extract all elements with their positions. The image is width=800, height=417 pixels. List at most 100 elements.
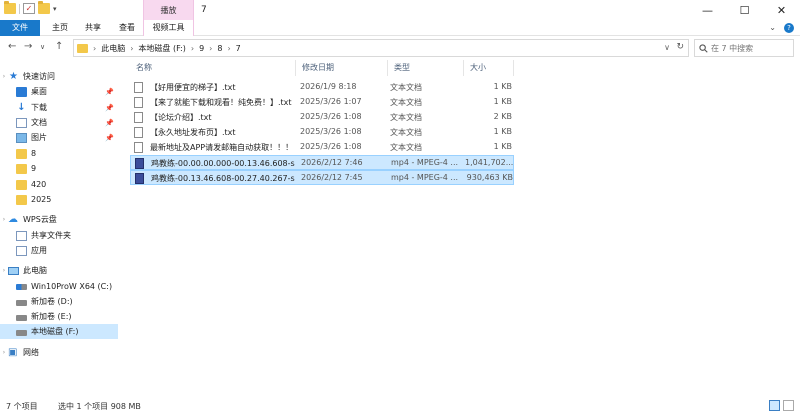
sidebar-item-drive-c[interactable]: Win10ProW X64 (C:) xyxy=(0,279,118,294)
folder-icon xyxy=(16,148,27,159)
sidebar-item-downloads[interactable]: ↓ 下载 📌 xyxy=(0,100,118,115)
pin-icon: 📌 xyxy=(105,87,114,96)
sidebar-item-desktop[interactable]: 桌面 📌 xyxy=(0,84,118,99)
download-icon: ↓ xyxy=(17,101,26,113)
sidebar-item-this-pc[interactable]: › 此电脑 xyxy=(0,263,118,278)
file-size: 1 KB xyxy=(493,142,512,151)
folder-icon xyxy=(77,43,88,53)
sidebar-item-wps-cloud[interactable]: › ☁ WPS云盘 xyxy=(0,212,118,227)
file-name: 【论坛介绍】.txt xyxy=(150,113,212,122)
file-size: 1,041,702... xyxy=(465,158,513,167)
cloud-icon: ☁ xyxy=(8,213,18,225)
file-row[interactable]: 【永久地址发布页】.txt 2025/3/26 1:08 文本文档 1 KB xyxy=(130,125,514,140)
address-dropdown-icon[interactable]: ∨ xyxy=(664,43,670,52)
expand-icon[interactable]: › xyxy=(0,267,8,274)
pin-icon: 📌 xyxy=(105,103,114,112)
sidebar-item-pictures[interactable]: 图片 📌 xyxy=(0,130,118,145)
expand-ribbon-icon[interactable]: ⌄ xyxy=(769,23,776,33)
breadcrumb-separator: › xyxy=(130,43,134,53)
column-header-name[interactable]: 名称 xyxy=(130,60,296,76)
refresh-icon[interactable]: ↻ xyxy=(676,42,684,52)
help-icon[interactable]: ? xyxy=(784,23,794,33)
address-bar[interactable]: › 此电脑 › 本地磁盘 (F:) › 9 › 8 › 7 ∨ ↻ xyxy=(73,39,689,57)
file-row[interactable]: 【论坛介绍】.txt 2025/3/26 1:08 文本文档 2 KB xyxy=(130,110,514,125)
file-row[interactable]: 鸡教练-00.13.46.608-00.27.40.267-seg... 202… xyxy=(130,170,514,185)
column-header-type[interactable]: 类型 xyxy=(388,60,464,76)
file-row[interactable]: 【好用便宜的梯子】.txt 2026/1/9 8:18 文本文档 1 KB xyxy=(130,80,514,95)
expand-icon[interactable]: › xyxy=(0,349,8,356)
sidebar-item-network[interactable]: › ▣ 网络 xyxy=(0,345,118,360)
sidebar-item-label: 本地磁盘 (F:) xyxy=(31,327,79,336)
file-size: 1 KB xyxy=(493,97,512,106)
file-type: 文本文档 xyxy=(390,98,422,107)
expand-icon[interactable]: › xyxy=(0,73,8,80)
search-box[interactable] xyxy=(694,39,794,57)
large-icons-view-icon[interactable] xyxy=(783,400,794,411)
new-folder-icon[interactable] xyxy=(38,1,50,14)
tab-home[interactable]: 主页 xyxy=(45,20,75,36)
file-name: 鸡教练-00.00.00.000-00.13.46.608-seg... xyxy=(151,159,295,168)
file-row[interactable]: 鸡教练-00.00.00.000-00.13.46.608-seg... 202… xyxy=(130,155,514,170)
folder-icon xyxy=(4,1,16,14)
file-row[interactable]: 最新地址及APP请发邮箱自动获取！！！... 2025/3/26 1:08 文本… xyxy=(130,140,514,155)
sidebar-item-drive-f[interactable]: 本地磁盘 (F:) xyxy=(0,324,118,339)
file-date: 2025/3/26 1:08 xyxy=(300,112,362,121)
file-size: 930,463 KB xyxy=(466,173,513,182)
text-file-icon xyxy=(134,142,143,153)
tab-view[interactable]: 查看 xyxy=(112,20,142,36)
sidebar-item-label: 8 xyxy=(31,149,37,158)
breadcrumb-drive-f[interactable]: 本地磁盘 (F:) xyxy=(138,43,185,54)
sidebar-item-folder-420[interactable]: 420 xyxy=(0,177,118,192)
recent-locations-icon[interactable]: ∨ xyxy=(40,43,45,51)
search-input[interactable] xyxy=(711,43,791,53)
sidebar-item-label: 文档 xyxy=(31,118,47,127)
sidebar-item-drive-e[interactable]: 新加卷 (E:) xyxy=(0,309,118,324)
properties-icon[interactable]: ✓ xyxy=(23,3,35,14)
sidebar-item-quick-access[interactable]: › ★ 快速访问 xyxy=(0,69,118,84)
customize-quick-access-icon[interactable]: ▾ xyxy=(53,5,57,13)
file-name: 【永久地址发布页】.txt xyxy=(150,128,236,137)
sidebar-item-drive-d[interactable]: 新加卷 (D:) xyxy=(0,294,118,309)
file-date: 2026/2/12 7:45 xyxy=(301,173,363,182)
tab-file[interactable]: 文件 xyxy=(0,20,40,36)
forward-arrow-icon[interactable]: → xyxy=(24,41,32,52)
up-arrow-icon[interactable]: ↑ xyxy=(55,41,63,52)
file-list: 名称 修改日期 类型 大小 【好用便宜的梯子】.txt 2026/1/9 8:1… xyxy=(126,60,800,395)
expand-icon[interactable]: › xyxy=(0,216,8,223)
window-controls: — ☐ ✕ xyxy=(689,0,800,20)
column-header-date[interactable]: 修改日期 xyxy=(296,60,388,76)
file-row[interactable]: 【来了就能下载和观看！纯免费！】.txt 2025/3/26 1:07 文本文档… xyxy=(130,95,514,110)
back-arrow-icon[interactable]: ← xyxy=(8,41,16,52)
breadcrumb-separator: › xyxy=(93,43,97,53)
breadcrumb-separator: › xyxy=(209,43,213,53)
sidebar-item-label: 应用 xyxy=(31,246,47,255)
desktop-icon xyxy=(16,86,27,97)
sidebar-item-shared-folder[interactable]: 共享文件夹 xyxy=(0,228,118,243)
context-tab-label: 播放 xyxy=(160,6,177,15)
maximize-button[interactable]: ☐ xyxy=(726,0,763,20)
sidebar-item-documents[interactable]: 文档 📌 xyxy=(0,115,118,130)
sidebar-item-folder-9[interactable]: 9 xyxy=(0,161,118,176)
breadcrumb-9[interactable]: 9 xyxy=(199,44,204,53)
close-button[interactable]: ✕ xyxy=(763,0,800,20)
tab-video-tools[interactable]: 视频工具 xyxy=(143,20,194,36)
breadcrumb-8[interactable]: 8 xyxy=(217,44,222,53)
text-file-icon xyxy=(134,127,143,138)
sidebar-item-folder-8[interactable]: 8 xyxy=(0,146,118,161)
breadcrumb-7[interactable]: 7 xyxy=(236,44,241,53)
breadcrumb-separator: › xyxy=(227,43,231,53)
column-header-size[interactable]: 大小 xyxy=(464,60,514,76)
tab-share[interactable]: 共享 xyxy=(78,20,108,36)
breadcrumb-this-pc[interactable]: 此电脑 xyxy=(101,43,125,54)
minimize-button[interactable]: — xyxy=(689,0,726,20)
sidebar-item-folder-2025[interactable]: 2025 xyxy=(0,192,118,207)
folder-icon xyxy=(16,179,27,190)
navigation-pane: › ★ 快速访问 桌面 📌 ↓ 下载 📌 文档 📌 图片 📌 8 9 420 2… xyxy=(0,60,118,395)
document-icon xyxy=(16,117,27,128)
computer-icon xyxy=(8,266,19,275)
file-type: mp4 - MPEG-4 ... xyxy=(391,158,459,167)
text-file-icon xyxy=(134,97,143,108)
file-date: 2025/3/26 1:08 xyxy=(300,127,362,136)
details-view-icon[interactable] xyxy=(769,400,780,411)
sidebar-item-apps[interactable]: 应用 xyxy=(0,243,118,258)
